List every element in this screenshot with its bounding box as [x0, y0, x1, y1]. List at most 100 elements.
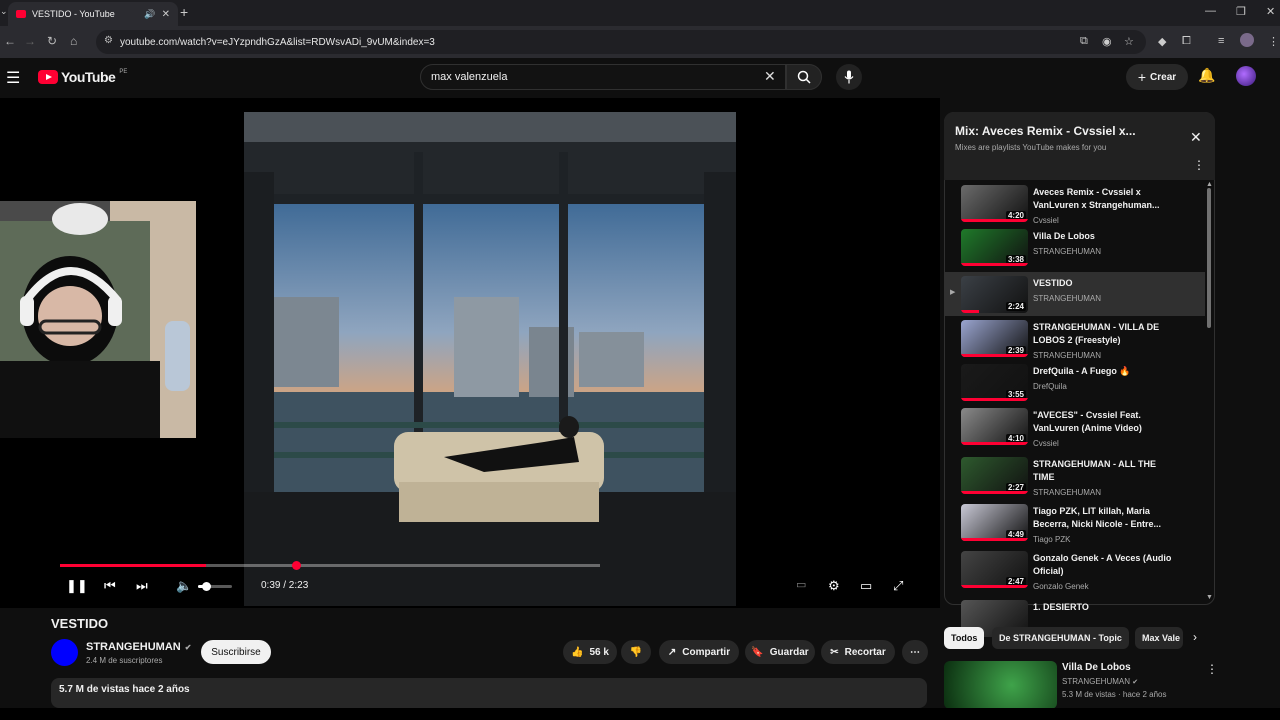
chip-max-valenzuela[interactable]: Max Vale [1135, 627, 1183, 649]
playlist-item-thumbnail[interactable]: 3:38 [961, 229, 1028, 266]
voice-search-button[interactable] [836, 64, 862, 90]
description-box[interactable]: 5.7 M de vistas hace 2 años [51, 678, 927, 708]
playlist-item[interactable]: 4:49 Tiago PZK, LIT killah, Maria Becerra… [945, 500, 1205, 544]
playlist-item[interactable]: 3:55 DrefQuila - A Fuego 🔥 DrefQuila [945, 360, 1205, 404]
new-tab-icon[interactable]: + [180, 4, 188, 20]
media-controls-icon[interactable]: ≡ [1218, 35, 1224, 47]
playlist-item-thumbnail[interactable]: 2:39 [961, 320, 1028, 357]
playlist-item[interactable]: 1. DESIERTO [945, 596, 1205, 637]
forward-icon[interactable]: → [24, 34, 36, 48]
next-icon[interactable]: ⏭ [136, 578, 148, 594]
playlist-item[interactable]: 3:38 Villa De Lobos STRANGEHUMAN [945, 225, 1205, 269]
search-button[interactable] [786, 64, 822, 90]
scroll-down-icon[interactable]: ▼ [1206, 594, 1213, 601]
chips-next-chevron-icon[interactable]: › [1193, 630, 1197, 644]
playlist-item[interactable]: 2:47 Gonzalo Genek - A Veces (Audio Ofici… [945, 547, 1205, 591]
share-button[interactable]: ↗ Compartir [659, 640, 739, 664]
browser-menu-icon[interactable]: ⋮ [1268, 35, 1279, 48]
playlist-item-thumbnail[interactable]: 4:20 [961, 185, 1028, 222]
close-playlist-icon[interactable]: ✕ [1190, 129, 1202, 146]
channel-avatar[interactable] [51, 639, 78, 666]
volume-slider-handle[interactable] [202, 582, 211, 591]
watched-progress-bar [961, 398, 1028, 401]
save-button[interactable]: 🔖 Guardar [745, 640, 815, 664]
extensions-puzzle-icon[interactable]: ⧠ [1182, 35, 1191, 48]
playlist-item[interactable]: 4:20 Aveces Remix - Cvssiel x VanLvuren x… [945, 181, 1205, 225]
playlist-item-title: DrefQuila - A Fuego 🔥 [1033, 366, 1131, 376]
recommended-title[interactable]: Villa De Lobos [1062, 662, 1131, 673]
thumbs-up-icon: 👍 [571, 646, 584, 658]
playlist-item[interactable]: 2:39 STRANGEHUMAN - VILLA DE LOBOS 2 (Fre… [945, 316, 1205, 360]
taskbar-edge [0, 708, 1280, 720]
browser-tab[interactable]: VESTIDO - YouTube 🔊 ✕ [8, 2, 178, 26]
bookmark-icon: 🔖 [751, 646, 764, 658]
subscribe-button[interactable]: Suscribirse [201, 640, 271, 664]
notifications-bell-icon[interactable]: 🔔 [1198, 67, 1215, 84]
dislike-button[interactable]: 👎 [621, 640, 651, 664]
playlist-item-thumbnail[interactable]: 4:49 [961, 504, 1028, 541]
time-display: 0:39 / 2:23 [261, 580, 309, 591]
logo-text: YouTube [61, 69, 116, 85]
home-icon[interactable]: ⌂ [70, 34, 77, 48]
search-input[interactable]: max valenzuela [420, 64, 786, 90]
playlist-subtitle: Mixes are playlists YouTube makes for yo… [955, 143, 1107, 152]
pause-icon[interactable]: ❚❚ [66, 578, 88, 594]
close-window-icon[interactable]: ✕ [1266, 5, 1275, 18]
playlist-item-title: Aveces Remix - Cvssiel x VanLvuren x Str… [1033, 187, 1160, 210]
playlist-item-thumbnail[interactable]: 2:24 [961, 276, 1028, 313]
recommended-thumbnail[interactable] [944, 661, 1057, 709]
scroll-up-icon[interactable]: ▲ [1206, 181, 1213, 188]
volume-icon[interactable]: 🔈 [176, 578, 192, 594]
bookmark-star-icon[interactable]: ☆ [1124, 35, 1134, 48]
chip-from-channel[interactable]: De STRANGEHUMAN - Topic [992, 627, 1129, 649]
back-icon[interactable]: ← [4, 34, 16, 48]
playlist-title[interactable]: Mix: Aveces Remix - Cvssiel x... [955, 124, 1136, 138]
address-bar[interactable]: ⚙ youtube.com/watch?v=eJYzpndhGzA&list=R… [96, 30, 1146, 54]
playlist-item-duration: 2:24 [1005, 302, 1026, 311]
playlist-item-thumbnail[interactable]: 4:10 [961, 408, 1028, 445]
browser-tab-strip [0, 0, 1280, 26]
subtitles-icon[interactable]: ▭ [796, 578, 806, 591]
theater-mode-icon[interactable]: ▭ [860, 578, 872, 594]
thumbs-down-icon: 👎 [629, 646, 643, 658]
hamburger-menu-icon[interactable]: ☰ [6, 68, 20, 88]
playlist-scrollbar[interactable] [1207, 188, 1211, 328]
playlist-item[interactable]: 4:10 "AVECES" - Cvssiel Feat. VanLvuren (… [945, 404, 1205, 448]
video-frame[interactable] [244, 112, 736, 606]
playlist-more-icon[interactable]: ⋮ [1193, 158, 1205, 172]
progress-scrubber-handle[interactable] [292, 561, 301, 570]
extension-diamond-icon[interactable]: ◆ [1158, 35, 1166, 48]
profile-avatar[interactable] [1240, 33, 1254, 47]
close-tab-icon[interactable]: ✕ [162, 9, 170, 20]
recommended-more-icon[interactable]: ⋮ [1206, 662, 1218, 676]
fullscreen-icon[interactable]: ⤢ [893, 578, 903, 594]
playlist-item-title: Villa De Lobos [1033, 231, 1095, 241]
watched-progress-bar [961, 354, 1028, 357]
tab-list-chevron-icon[interactable]: ⌄ [0, 6, 8, 17]
clear-search-icon[interactable]: ✕ [764, 68, 776, 85]
playlist-item-thumbnail[interactable]: 2:27 [961, 457, 1028, 494]
channel-name-link[interactable]: STRANGEHUMAN ✔ [86, 641, 191, 653]
watched-progress-bar [961, 263, 1028, 266]
chip-all[interactable]: Todos [944, 627, 985, 649]
more-actions-button[interactable]: ⋯ [902, 640, 928, 664]
create-button[interactable]: + Crear [1126, 64, 1188, 90]
reload-icon[interactable]: ↻ [47, 34, 57, 48]
minimize-window-icon[interactable]: — [1205, 5, 1216, 17]
account-avatar[interactable] [1236, 66, 1256, 86]
install-app-icon[interactable]: ⧉ [1080, 35, 1088, 48]
playlist-item[interactable]: 2:27 STRANGEHUMAN - ALL THE TIME STRANGEHU… [945, 453, 1205, 497]
playlist-item-channel: STRANGEHUMAN [1033, 351, 1102, 360]
speaker-icon[interactable]: 🔊 [144, 9, 155, 20]
like-button[interactable]: 👍 56 k [563, 640, 617, 664]
site-settings-icon[interactable]: ⚙ [104, 35, 113, 46]
settings-gear-icon[interactable]: ⚙ [828, 578, 840, 594]
playlist-item-thumbnail[interactable]: 3:55 [961, 364, 1028, 401]
eye-off-icon[interactable]: ◉ [1102, 35, 1112, 48]
previous-icon[interactable]: ⏮ [104, 578, 116, 594]
restore-window-icon[interactable]: ❐ [1236, 5, 1246, 18]
clip-button[interactable]: ✂ Recortar [821, 640, 895, 664]
playlist-item[interactable]: ▶ 2:24 VESTIDO STRANGEHUMAN [945, 272, 1205, 316]
youtube-logo[interactable]: YouTube PE [38, 69, 127, 85]
playlist-item-thumbnail[interactable]: 2:47 [961, 551, 1028, 588]
